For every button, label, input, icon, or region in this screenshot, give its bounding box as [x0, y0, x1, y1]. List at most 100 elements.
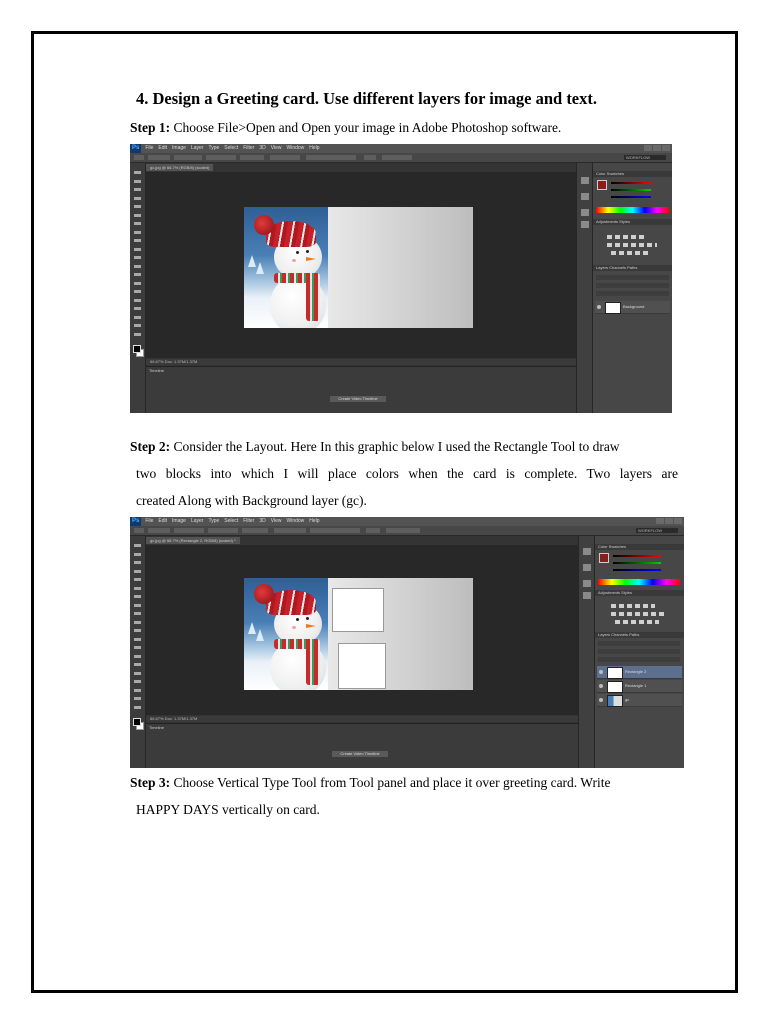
- close-icon[interactable]: [674, 518, 682, 524]
- layers-panel-tabs[interactable]: Layers Channels Paths: [593, 265, 672, 271]
- gradient-tool-icon[interactable]: [134, 637, 141, 641]
- visibility-eye-icon[interactable]: [597, 305, 601, 309]
- crop-tool-icon[interactable]: [134, 205, 141, 208]
- menu-edit[interactable]: Edit: [158, 144, 167, 153]
- brush-tool-icon[interactable]: [134, 230, 141, 234]
- dodge-tool-icon[interactable]: [134, 281, 141, 285]
- document-tab[interactable]: gc.jpg @ 66.7% (RGB/8) (scaled): [146, 164, 214, 171]
- foreground-color-swatch[interactable]: [133, 718, 141, 726]
- quick-select-tool-icon[interactable]: [134, 569, 141, 573]
- workspace-switcher[interactable]: WORKFLOW: [624, 155, 666, 160]
- pen-tool-icon[interactable]: [134, 663, 141, 666]
- color-panel-tabs[interactable]: Color Swatches: [593, 171, 672, 177]
- crop-tool-icon[interactable]: [134, 578, 141, 581]
- foreground-color-swatch[interactable]: [133, 345, 141, 353]
- eraser-tool-icon[interactable]: [134, 629, 141, 632]
- color-spectrum[interactable]: [596, 207, 669, 213]
- menu-image[interactable]: Image: [172, 144, 186, 153]
- menu-window[interactable]: Window: [286, 517, 304, 526]
- marquee-tool-icon[interactable]: [134, 552, 141, 556]
- lasso-tool-icon[interactable]: [134, 561, 141, 564]
- dodge-tool-icon[interactable]: [134, 654, 141, 658]
- create-video-timeline-button[interactable]: Create Video Timeline: [332, 751, 388, 757]
- menu-file[interactable]: File: [145, 144, 153, 153]
- visibility-eye-icon[interactable]: [599, 670, 603, 674]
- type-tool-icon[interactable]: [134, 671, 141, 675]
- history-icon[interactable]: [581, 177, 589, 184]
- create-video-timeline-button[interactable]: Create Video Timeline: [330, 396, 386, 402]
- path-select-tool-icon[interactable]: [134, 307, 141, 310]
- document-tab[interactable]: gc.jpg @ 66.7% (Rectangle 2, RGB/8) (sca…: [146, 537, 240, 544]
- foreground-swatch[interactable]: [597, 180, 607, 190]
- visibility-eye-icon[interactable]: [599, 698, 603, 702]
- path-select-tool-icon[interactable]: [134, 680, 141, 683]
- layer-row[interactable]: Background: [595, 301, 670, 314]
- minimize-icon[interactable]: [656, 518, 664, 524]
- character-icon[interactable]: [583, 580, 591, 587]
- color-panel-tabs[interactable]: Color Swatches: [595, 544, 684, 550]
- menu-filter[interactable]: Filter: [243, 517, 254, 526]
- shape-tool-icon[interactable]: [134, 688, 141, 692]
- menu-type[interactable]: Type: [208, 517, 219, 526]
- menu-view[interactable]: View: [271, 517, 282, 526]
- paragraph-icon[interactable]: [581, 221, 589, 228]
- foreground-swatch[interactable]: [599, 553, 609, 563]
- menu-view[interactable]: View: [271, 144, 282, 153]
- color-spectrum[interactable]: [598, 579, 680, 585]
- gradient-tool-icon[interactable]: [134, 264, 141, 268]
- menu-3d[interactable]: 3D: [259, 517, 265, 526]
- pen-tool-icon[interactable]: [134, 290, 141, 293]
- menu-edit[interactable]: Edit: [158, 517, 167, 526]
- menu-layer[interactable]: Layer: [191, 144, 204, 153]
- blur-tool-icon[interactable]: [134, 646, 141, 649]
- history-brush-tool-icon[interactable]: [134, 620, 141, 624]
- maximize-icon[interactable]: [653, 145, 661, 151]
- menu-window[interactable]: Window: [286, 144, 304, 153]
- close-icon[interactable]: [662, 145, 670, 151]
- hand-tool-icon[interactable]: [134, 697, 141, 700]
- eraser-tool-icon[interactable]: [134, 256, 141, 259]
- type-tool-icon[interactable]: [134, 298, 141, 302]
- healing-tool-icon[interactable]: [134, 595, 141, 598]
- healing-tool-icon[interactable]: [134, 222, 141, 225]
- adjustments-panel-tabs[interactable]: Adjustments Styles: [593, 219, 672, 225]
- menu-filter[interactable]: Filter: [243, 144, 254, 153]
- menu-help[interactable]: Help: [309, 144, 319, 153]
- blur-tool-icon[interactable]: [134, 273, 141, 276]
- layer-row[interactable]: Rectangle 1: [597, 680, 682, 693]
- zoom-tool-icon[interactable]: [134, 705, 141, 709]
- zoom-tool-icon[interactable]: [134, 332, 141, 336]
- character-icon[interactable]: [581, 209, 589, 216]
- layer-row[interactable]: Rectangle 2: [597, 666, 682, 679]
- menu-3d[interactable]: 3D: [259, 144, 265, 153]
- menu-select[interactable]: Select: [224, 144, 238, 153]
- menu-file[interactable]: File: [145, 517, 153, 526]
- lasso-tool-icon[interactable]: [134, 188, 141, 191]
- minimize-icon[interactable]: [644, 145, 652, 151]
- menu-select[interactable]: Select: [224, 517, 238, 526]
- layer-row[interactable]: gc: [597, 694, 682, 707]
- workspace-switcher[interactable]: WORKFLOW: [636, 528, 678, 533]
- clone-tool-icon[interactable]: [134, 239, 141, 242]
- menu-help[interactable]: Help: [309, 517, 319, 526]
- menu-layer[interactable]: Layer: [191, 517, 204, 526]
- maximize-icon[interactable]: [665, 518, 673, 524]
- brush-tool-icon[interactable]: [134, 603, 141, 607]
- menu-type[interactable]: Type: [208, 144, 219, 153]
- history-brush-tool-icon[interactable]: [134, 247, 141, 251]
- paragraph-icon[interactable]: [583, 592, 591, 599]
- visibility-eye-icon[interactable]: [599, 684, 603, 688]
- marquee-tool-icon[interactable]: [134, 179, 141, 183]
- move-tool-icon[interactable]: [134, 171, 141, 174]
- adjustments-panel-tabs[interactable]: Adjustments Styles: [595, 590, 684, 596]
- move-tool-icon[interactable]: [134, 544, 141, 547]
- properties-icon[interactable]: [581, 193, 589, 200]
- history-icon[interactable]: [583, 548, 591, 555]
- eyedropper-tool-icon[interactable]: [134, 586, 141, 590]
- layers-panel-tabs[interactable]: Layers Channels Paths: [595, 632, 684, 638]
- eyedropper-tool-icon[interactable]: [134, 213, 141, 217]
- quick-select-tool-icon[interactable]: [134, 196, 141, 200]
- clone-tool-icon[interactable]: [134, 612, 141, 615]
- menu-image[interactable]: Image: [172, 517, 186, 526]
- shape-tool-icon[interactable]: [134, 315, 141, 319]
